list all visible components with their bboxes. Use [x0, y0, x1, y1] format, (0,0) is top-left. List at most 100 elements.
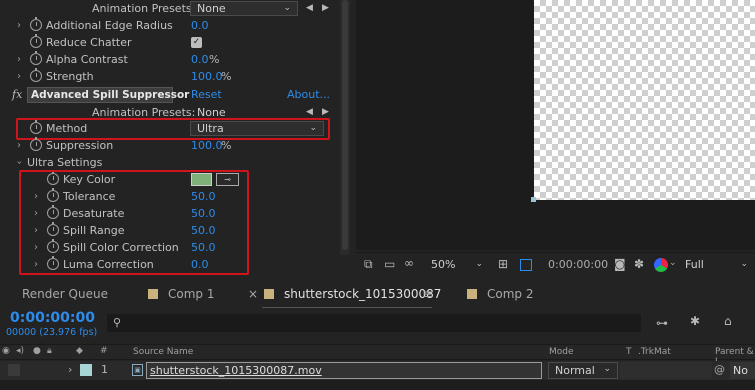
effect-name-label[interactable]: Advanced Spill Suppressor — [27, 87, 189, 103]
about-link[interactable]: About... — [287, 86, 330, 104]
stopwatch-icon[interactable] — [30, 68, 42, 82]
layer-number: 1 — [101, 363, 108, 376]
stopwatch-icon[interactable] — [30, 137, 42, 151]
suppression-value[interactable]: 100.0 — [191, 137, 223, 154]
layer-number-header[interactable]: # — [100, 346, 108, 356]
lock-icon[interactable]: 🔒︎ — [47, 346, 52, 356]
transparency-grid — [534, 0, 755, 200]
animation-presets-row: Animation Presets: None ⌄ ◀ ▶ — [0, 0, 340, 17]
blend-mode-value: Normal — [555, 364, 595, 377]
shy-layers-icon[interactable]: ⌂ — [724, 314, 732, 328]
source-name-header[interactable]: Source Name — [133, 347, 193, 357]
alpha-contrast-value[interactable]: 0.0 — [191, 51, 209, 68]
footage-icon: ▣ — [132, 364, 143, 376]
layer-label-color[interactable] — [80, 364, 92, 376]
tab-comp2[interactable]: Comp 2 — [467, 280, 533, 308]
stopwatch-icon[interactable] — [30, 51, 42, 65]
chevron-right-icon[interactable]: › — [17, 17, 21, 34]
audio-icon[interactable]: ◂) — [16, 346, 24, 356]
blend-mode-dropdown[interactable]: Normal ⌄ — [548, 362, 618, 379]
tab-comp2-label: Comp 2 — [487, 287, 534, 301]
reduce-chatter-checkbox[interactable]: ✓ — [191, 37, 202, 48]
animation-presets-label: Animation Presets: — [92, 2, 196, 15]
scrollbar-thumb[interactable] — [342, 0, 348, 250]
stopwatch-icon[interactable] — [30, 17, 42, 31]
search-icon: ⚲ — [113, 316, 122, 329]
camera-icon[interactable]: ◙ — [614, 257, 626, 271]
tab-comp1-label: Comp 1 — [168, 287, 215, 301]
next-preset-icon[interactable]: ▶ — [322, 0, 329, 17]
composition-icon — [148, 289, 158, 299]
layer-search-input[interactable]: ⚲ — [107, 314, 641, 332]
current-time-display[interactable]: 0:00:00:00 — [10, 310, 95, 326]
zoom-value: 50% — [431, 258, 456, 271]
tab-comp1[interactable]: Comp 1 — [148, 280, 214, 308]
channels-icon[interactable] — [654, 258, 668, 272]
stopwatch-icon[interactable] — [30, 34, 42, 48]
chevron-right-icon[interactable]: › — [17, 68, 21, 85]
strength-unit: % — [221, 70, 232, 83]
animation-presets-value: None — [197, 2, 226, 15]
mask-visibility-icon[interactable]: ∞ — [404, 256, 414, 270]
edge-radius-label: Additional Edge Radius — [46, 19, 173, 32]
color-channel-icon[interactable]: ✽ — [634, 257, 644, 271]
composition-mini-flowchart-icon[interactable]: ⊶ — [656, 316, 668, 330]
chevron-down-icon[interactable]: ⌄ — [669, 258, 677, 268]
edge-radius-value[interactable]: 0.0 — [191, 17, 209, 34]
alpha-contrast-label: Alpha Contrast — [46, 53, 128, 66]
grid-icon[interactable]: ⊞ — [498, 257, 508, 271]
chevron-down-icon: ⌄ — [475, 259, 483, 269]
timeline-footer — [0, 380, 755, 390]
fx-icon[interactable]: fx — [12, 86, 22, 104]
strength-row: › Strength 100.0 % — [0, 68, 340, 85]
mode-header[interactable]: Mode — [549, 347, 574, 357]
layer-name[interactable]: shutterstock_1015300087.mov — [146, 362, 542, 379]
close-tab-icon[interactable]: × — [248, 280, 258, 308]
prev-preset-icon[interactable]: ◀ — [306, 0, 313, 17]
strength-value[interactable]: 100.0 — [191, 68, 223, 85]
layer-handle[interactable] — [531, 197, 536, 202]
suppression-label: Suppression — [46, 139, 114, 152]
ultra-settings-label[interactable]: Ultra Settings — [27, 154, 102, 171]
viewer-timecode[interactable]: 0:00:00:00 — [548, 258, 608, 271]
panel-menu-icon[interactable]: ≡ — [422, 280, 432, 308]
t-header[interactable]: T — [626, 347, 632, 357]
chevron-down-icon: ⌄ — [740, 259, 748, 269]
parent-value[interactable]: No — [730, 362, 755, 379]
tab-shutterstock-label: shutterstock_1015300087 — [284, 287, 442, 301]
pickwhip-icon[interactable]: @ — [714, 363, 725, 376]
animation-presets-dropdown[interactable]: None ⌄ — [190, 1, 298, 16]
chevron-down-icon[interactable]: › — [11, 161, 28, 165]
chevron-right-icon[interactable]: › — [68, 363, 72, 376]
video-toggle[interactable] — [8, 364, 20, 376]
always-preview-icon[interactable]: ⧉ — [364, 257, 373, 272]
effect-header-row: fx Advanced Spill Suppressor Reset About… — [0, 86, 340, 104]
monitor-icon[interactable]: ▭ — [384, 257, 395, 271]
edge-radius-row: › Additional Edge Radius 0.0 — [0, 17, 340, 34]
chevron-down-icon: ⌄ — [603, 364, 611, 374]
composition-icon — [467, 289, 477, 299]
viewer-toolbar: ⧉ ▭ ∞ 50% ⌄ ⊞ 0:00:00:00 ◙ ✽ ⌄ Full ⌄ — [356, 252, 755, 276]
reduce-chatter-row: Reduce Chatter ✓ — [0, 34, 340, 51]
tab-render-queue[interactable]: Render Queue — [22, 280, 108, 308]
tab-shutterstock[interactable]: shutterstock_1015300087 — [264, 280, 441, 308]
solo-icon[interactable]: ● — [33, 346, 41, 356]
timeline-header: 0:00:00:00 00000 (23.976 fps) ⚲ ⊶ ✱ ⌂ — [0, 308, 755, 344]
resolution-dropdown[interactable]: Full ⌄ — [678, 257, 755, 272]
video-eye-icon[interactable]: ◉ — [2, 346, 10, 356]
suppression-unit: % — [221, 139, 232, 152]
trkmat-header[interactable]: .TrkMat — [638, 347, 671, 357]
effect-controls-scrollbar[interactable] — [340, 0, 350, 255]
transparency-toggle-icon[interactable] — [520, 259, 532, 271]
chevron-right-icon[interactable]: › — [17, 51, 21, 68]
reduce-chatter-label: Reduce Chatter — [46, 36, 132, 49]
zoom-dropdown[interactable]: 50% ⌄ — [424, 257, 490, 272]
layer-row[interactable]: › 1 ▣ shutterstock_1015300087.mov Normal… — [0, 361, 755, 380]
reset-link[interactable]: Reset — [191, 86, 222, 104]
draft-3d-icon[interactable]: ✱ — [690, 314, 700, 328]
trkmat-cell[interactable] — [620, 362, 712, 379]
label-icon[interactable]: ◆ — [76, 346, 83, 356]
chevron-right-icon[interactable]: › — [17, 137, 21, 154]
panel-tabs: Render Queue Comp 1 × shutterstock_10153… — [0, 280, 755, 308]
strength-label: Strength — [46, 70, 94, 83]
